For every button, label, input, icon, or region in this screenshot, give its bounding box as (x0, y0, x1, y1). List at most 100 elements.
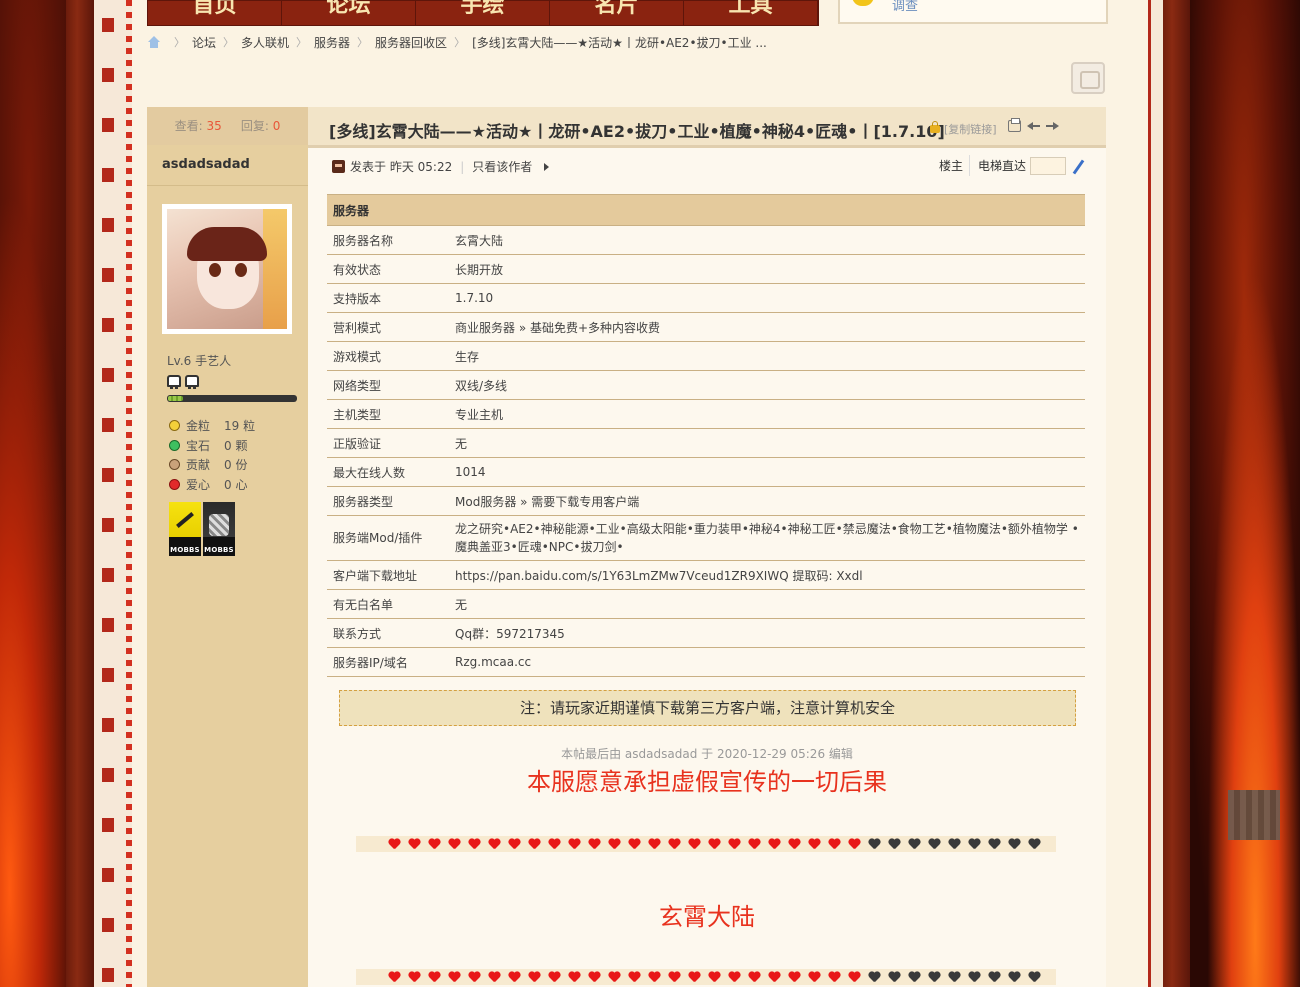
user-rank[interactable]: Lv.6 手艺人 (147, 334, 308, 369)
heart-full-icon (588, 972, 601, 983)
credit-label: 宝石 (186, 438, 211, 453)
heart-full-icon (568, 839, 581, 850)
table-row: 有效状态 长期开放 (327, 254, 1085, 284)
heart-empty-icon (948, 972, 961, 983)
heart-full-icon (388, 839, 401, 850)
heart-full-icon (448, 972, 461, 983)
thread-tools (1008, 118, 1059, 132)
nav-item-tools[interactable]: 工具 (684, 0, 818, 25)
author-username[interactable]: asdadsadad (147, 145, 308, 185)
page-content: 首页 论坛 手绘 名片 工具 调查 〉 论坛 〉 多人联机 〉 服务器 〉 服务… (132, 0, 1148, 987)
breadcrumb-multiplayer[interactable]: 多人联机 (241, 34, 289, 51)
nav-item-forum[interactable]: 论坛 (282, 0, 416, 25)
breadcrumb-servers[interactable]: 服务器 (314, 34, 350, 51)
medal-text: MOBBS (204, 546, 234, 554)
medals: MOBBS MOBBS (147, 494, 308, 556)
breadcrumb-forum[interactable]: 论坛 (192, 34, 216, 51)
credit-label: 贡献 (186, 458, 211, 473)
heart-empty-icon (908, 839, 921, 850)
disclaimer-text: 本服愿意承担虚假宣传的一切后果 (527, 768, 887, 796)
survey-notice[interactable]: 调查 (838, 0, 1108, 24)
row-label: 最大在线人数 (327, 457, 449, 487)
floor-tools: 楼主 电梯直达 (933, 155, 1086, 176)
heart-empty-icon (968, 972, 981, 983)
rank-icons (147, 369, 308, 389)
table-row: 联系方式 Qq群：597217345 (327, 618, 1085, 648)
author-sidebar: 查看: 35 回复: 0 asdadsadad Lv.6 手艺人 金粒 19 粒… (147, 107, 308, 987)
decorative-rail-left (94, 0, 126, 987)
row-value: 龙之研究•AE2•神秘能源•工业•高级太阳能•重力装甲•神秘4•神秘工匠•禁忌魔… (449, 515, 1085, 561)
heart-full-icon (588, 839, 601, 850)
copy-link-label: [复制链接] (944, 123, 997, 136)
user-credits: 金粒 19 粒 宝石 0 颗 贡献 0 份 爱心 0 心 (147, 402, 308, 494)
row-label: 服务器类型 (327, 486, 449, 516)
copy-link[interactable]: [复制链接] (930, 121, 997, 137)
heart-empty-icon (968, 839, 981, 850)
credit-contribution: 贡献 0 份 (169, 455, 308, 475)
heart-full-icon (408, 972, 421, 983)
nav-item-card[interactable]: 名片 (550, 0, 684, 25)
avatar-eye (235, 263, 247, 277)
nav-item-home[interactable]: 首页 (148, 0, 282, 25)
pickaxe-medal-icon[interactable]: MOBBS (169, 502, 201, 556)
table-row: 主机类型 专业主机 (327, 399, 1085, 429)
notice-text: 调查 (892, 0, 919, 14)
breadcrumb-recycle[interactable]: 服务器回收区 (375, 34, 447, 51)
avatar[interactable] (162, 204, 292, 334)
table-row: 服务器名称 玄霄大陆 (327, 225, 1085, 255)
table-row: 服务器IP/域名 Rzg.mcaa.cc (327, 647, 1085, 677)
heart-full-icon (468, 839, 481, 850)
floor-jump-input[interactable] (1030, 156, 1066, 175)
table-row: 正版验证无 (327, 428, 1085, 458)
return-list-icon[interactable] (1071, 62, 1105, 94)
row-value: Qq群：597217345 (449, 618, 1085, 648)
nav-item-drawing[interactable]: 手绘 (416, 0, 550, 25)
row-value: 生存 (449, 341, 1085, 371)
row-value: 无 (449, 589, 1085, 619)
breadcrumb-thread[interactable]: [多线]玄霄大陆——★活动★丨龙研•AE2•拔刀•工业 ... (472, 34, 767, 51)
table-header: 服务器 (327, 194, 1085, 226)
ore-medal-icon[interactable]: MOBBS (203, 502, 235, 556)
minecart-icon (167, 375, 181, 389)
jump-label: 电梯直达 (977, 159, 1026, 173)
home-icon[interactable] (147, 36, 161, 48)
row-label: 服务端Mod/插件 (327, 515, 449, 561)
print-icon[interactable] (1008, 118, 1021, 132)
heart-full-icon (808, 839, 821, 850)
row-value: Mod服务器 » 需要下载专用客户端 (449, 486, 1085, 516)
heart-empty-icon (1028, 839, 1041, 850)
heart-full-icon (648, 839, 661, 850)
divider: | (460, 159, 465, 174)
row-value: 1014 (449, 457, 1085, 487)
table-row: 服务器类型 Mod服务器 » 需要下载专用客户端 (327, 486, 1085, 516)
heart-full-icon (628, 972, 641, 983)
wood-frame-right (1160, 0, 1190, 987)
heart-empty-icon (988, 839, 1001, 850)
heart-empty-icon (908, 972, 921, 983)
breadcrumb-separator: 〉 (454, 36, 466, 49)
credit-value: 19 粒 (224, 419, 256, 434)
previous-thread-icon[interactable] (1027, 120, 1040, 132)
table-row: 游戏模式 生存 (327, 341, 1085, 371)
go-icon[interactable] (1072, 159, 1086, 173)
row-value: 1.7.10 (449, 283, 1085, 313)
replies-label: 回复: (240, 119, 269, 133)
row-value: 双线/多线 (449, 370, 1085, 400)
row-value: 专业主机 (449, 399, 1085, 429)
heart-full-icon (788, 972, 801, 983)
heart-full-icon (648, 972, 661, 983)
heart-full-icon (728, 839, 741, 850)
heart-icon (169, 478, 180, 490)
row-label: 有无白名单 (327, 589, 449, 619)
heart-empty-icon (868, 839, 881, 850)
heart-full-icon (748, 839, 761, 850)
row-label: 游戏模式 (327, 341, 449, 371)
heart-full-icon (688, 972, 701, 983)
experience-fill (168, 396, 183, 401)
next-thread-icon[interactable] (1046, 120, 1059, 132)
heart-full-icon (528, 839, 541, 850)
post-body: 发表于 昨天 05:22 | 只看该作者 楼主 电梯直达 服务器 服务器名称 玄霄… (308, 148, 1106, 987)
heart-full-icon (848, 972, 861, 983)
author-only-link[interactable]: 只看该作者 (472, 158, 532, 175)
play-icon[interactable] (544, 162, 550, 171)
